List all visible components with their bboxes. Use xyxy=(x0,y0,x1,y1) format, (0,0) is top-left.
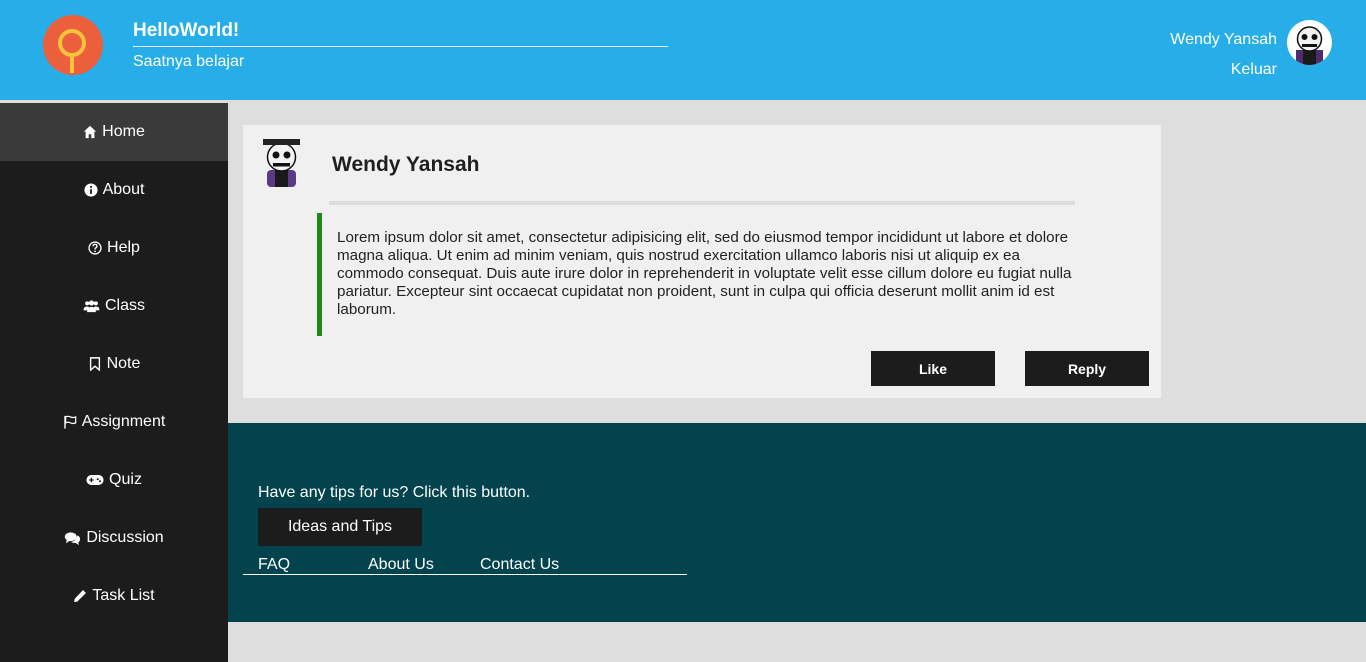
sidebar-item-discussion[interactable]: Discussion xyxy=(0,509,228,567)
bookmark-icon xyxy=(89,357,100,371)
sidebar-item-label: Assignment xyxy=(81,413,166,430)
user-name[interactable]: Wendy Yansah xyxy=(1170,31,1277,49)
post-body: Lorem ipsum dolor sit amet, consectetur … xyxy=(317,213,1075,336)
sidebar-item-home[interactable]: Home xyxy=(0,103,228,161)
question-icon xyxy=(88,241,102,255)
sidebar-item-assignment[interactable]: Assignment xyxy=(0,393,228,451)
home-icon xyxy=(84,125,97,139)
sidebar-item-label: Task List xyxy=(92,587,155,604)
author-avatar[interactable] xyxy=(259,137,304,187)
sidebar-item-about[interactable]: About xyxy=(0,161,228,219)
gamepad-icon xyxy=(86,475,104,485)
brand-title: HelloWorld! xyxy=(133,20,240,41)
user-avatar[interactable] xyxy=(1287,20,1332,65)
sidebar-item-label: Discussion xyxy=(86,529,164,546)
comments-icon xyxy=(65,532,81,545)
sidebar-item-label: Home xyxy=(102,123,145,140)
sidebar-item-class[interactable]: Class xyxy=(0,277,228,335)
sidebar-item-help[interactable]: Help xyxy=(0,219,228,277)
footer-link-contact-us[interactable]: Contact Us xyxy=(480,556,559,574)
sidebar-item-note[interactable]: Note xyxy=(0,335,228,393)
reply-button[interactable]: Reply xyxy=(1025,351,1149,386)
header-bar: HelloWorld! Saatnya belajar Wendy Yansah… xyxy=(0,0,1366,100)
sidebar-item-label: Class xyxy=(104,297,145,314)
users-icon xyxy=(83,300,100,313)
footer-link-faq[interactable]: FAQ xyxy=(258,556,290,574)
sidebar-item-label: Help xyxy=(107,239,140,256)
post-divider xyxy=(329,201,1075,205)
post-author: Wendy Yansah xyxy=(332,153,480,176)
sidebar-nav: Home About Help Class Note Assignment Qu… xyxy=(0,103,228,662)
sidebar-item-task-list[interactable]: Task List xyxy=(0,567,228,625)
footer: Have any tips for us? Click this button.… xyxy=(228,423,1366,622)
like-button[interactable]: Like xyxy=(871,351,995,386)
flag-icon xyxy=(64,415,77,429)
sidebar-item-quiz[interactable]: Quiz xyxy=(0,451,228,509)
tips-text: Have any tips for us? Click this button. xyxy=(258,484,531,501)
pencil-icon xyxy=(74,590,87,603)
info-icon xyxy=(84,183,98,197)
footer-divider xyxy=(243,574,687,575)
footer-link-about-us[interactable]: About Us xyxy=(368,556,434,574)
brand-divider xyxy=(133,46,668,47)
brand-subtitle: Saatnya belajar xyxy=(133,53,245,70)
logout-link[interactable]: Keluar xyxy=(1231,61,1277,79)
sidebar-item-label: Quiz xyxy=(109,471,142,488)
logo-icon[interactable] xyxy=(43,15,103,75)
sidebar-item-label: Note xyxy=(106,355,141,372)
post-card: Wendy Yansah Lorem ipsum dolor sit amet,… xyxy=(243,125,1161,398)
sidebar-item-label: About xyxy=(102,181,145,198)
ideas-and-tips-button[interactable]: Ideas and Tips xyxy=(258,508,422,546)
